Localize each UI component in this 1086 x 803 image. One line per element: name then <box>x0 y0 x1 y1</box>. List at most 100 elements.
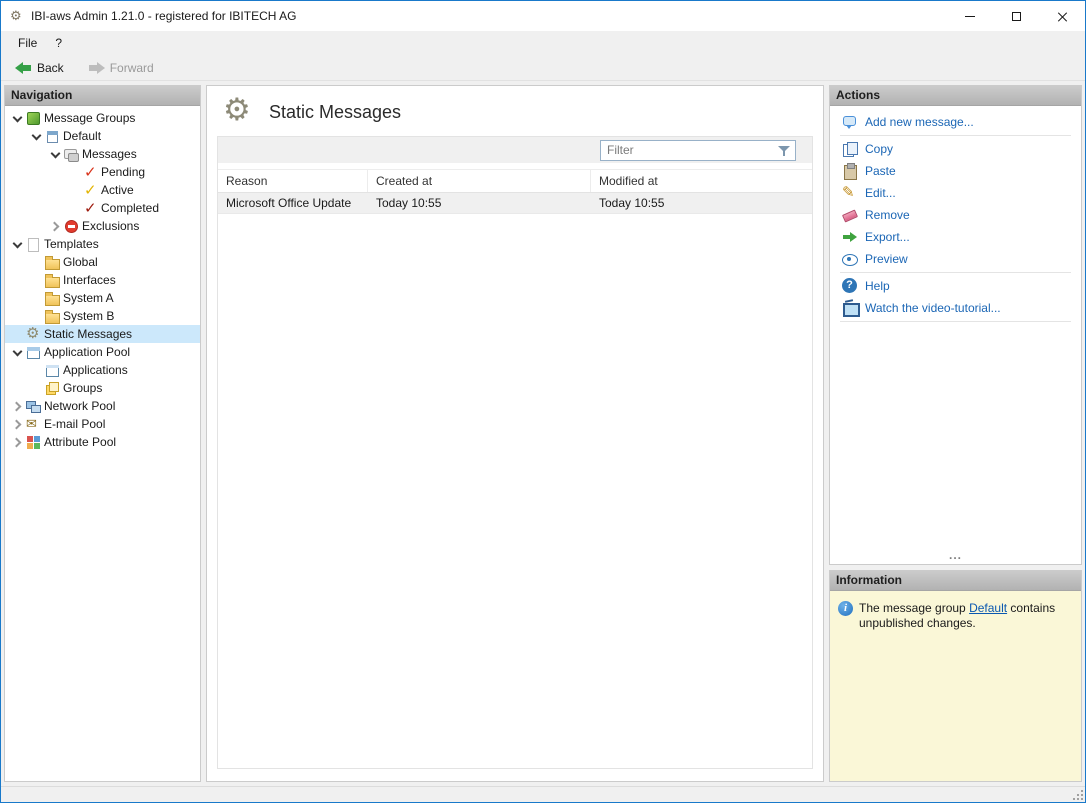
information-header: Information <box>830 571 1081 591</box>
nav-item-e-mail-pool[interactable]: E-mail Pool <box>5 415 200 433</box>
action-label: Edit... <box>865 186 896 200</box>
minimize-button[interactable] <box>947 1 993 31</box>
toolbar: Back Forward <box>1 55 1085 81</box>
nav-item-exclusions[interactable]: Exclusions <box>5 217 200 235</box>
chevron-expanded-icon[interactable] <box>28 128 44 144</box>
chevron-collapsed-icon[interactable] <box>9 434 25 450</box>
nav-item-message-groups[interactable]: Message Groups <box>5 109 200 127</box>
chevron-collapsed-icon[interactable] <box>9 398 25 414</box>
chevron-expanded-icon[interactable] <box>9 110 25 126</box>
action-add-new-message[interactable]: Add new message... <box>830 111 1081 133</box>
gear-icon <box>26 327 41 342</box>
close-icon <box>1057 11 1068 22</box>
forward-label: Forward <box>110 61 154 75</box>
app-pool-icon <box>26 345 41 360</box>
maximize-icon <box>1012 12 1021 21</box>
menu-file[interactable]: File <box>9 33 46 53</box>
table-row[interactable]: Microsoft Office UpdateToday 10:55Today … <box>218 193 812 214</box>
chevron-expanded-icon[interactable] <box>9 344 25 360</box>
column-header-modified-at[interactable]: Modified at <box>591 170 812 192</box>
nav-item-label: Global <box>63 255 98 269</box>
chevron-spacer <box>28 380 44 396</box>
nav-item-interfaces[interactable]: Interfaces <box>5 271 200 289</box>
nav-item-label: Exclusions <box>82 219 139 233</box>
nav-item-label: Active <box>101 183 134 197</box>
nav-item-active[interactable]: Active <box>5 181 200 199</box>
nav-item-label: Network Pool <box>44 399 115 413</box>
messages-icon <box>64 147 79 162</box>
table-cell: Today 10:55 <box>368 193 591 213</box>
network-pool-icon <box>26 399 41 414</box>
applications-icon <box>45 363 60 378</box>
nav-item-messages[interactable]: Messages <box>5 145 200 163</box>
nav-item-completed[interactable]: Completed <box>5 199 200 217</box>
actions-panel: Actions Add new message... Copy Paste Edit.… <box>829 85 1082 565</box>
static-messages-gear-icon <box>223 96 255 128</box>
nav-item-applications[interactable]: Applications <box>5 361 200 379</box>
nav-item-system-b[interactable]: System B <box>5 307 200 325</box>
folder-icon <box>45 309 60 324</box>
chevron-collapsed-icon[interactable] <box>47 218 63 234</box>
export-icon <box>842 229 858 245</box>
chevron-expanded-icon[interactable] <box>47 146 63 162</box>
nav-item-label: Message Groups <box>44 111 135 125</box>
chevron-collapsed-icon[interactable] <box>9 416 25 432</box>
nav-item-groups[interactable]: Groups <box>5 379 200 397</box>
nav-item-default[interactable]: Default <box>5 127 200 145</box>
information-panel: Information The message group Default co… <box>829 570 1082 782</box>
nav-item-label: System B <box>63 309 114 323</box>
chevron-expanded-icon[interactable] <box>9 236 25 252</box>
workspace: Navigation Message GroupsDefaultMessages… <box>1 81 1085 786</box>
action-paste[interactable]: Paste <box>830 160 1081 182</box>
action-copy[interactable]: Copy <box>830 138 1081 160</box>
nav-item-network-pool[interactable]: Network Pool <box>5 397 200 415</box>
chevron-spacer <box>28 254 44 270</box>
nav-item-application-pool[interactable]: Application Pool <box>5 343 200 361</box>
nav-item-templates[interactable]: Templates <box>5 235 200 253</box>
action-remove[interactable]: Remove <box>830 204 1081 226</box>
action-watch-the-video-tutorial[interactable]: Watch the video-tutorial... <box>830 297 1081 319</box>
minimize-icon <box>965 16 975 17</box>
edit-icon <box>842 185 858 201</box>
table-cell: Microsoft Office Update <box>218 193 368 213</box>
action-export[interactable]: Export... <box>830 226 1081 248</box>
nav-item-global[interactable]: Global <box>5 253 200 271</box>
statusbar <box>1 786 1085 802</box>
add-message-icon <box>842 114 858 130</box>
maximize-button[interactable] <box>993 1 1039 31</box>
menubar: File ? <box>1 31 1085 55</box>
column-header-created-at[interactable]: Created at <box>368 170 591 192</box>
remove-icon <box>842 207 858 223</box>
actions-header: Actions <box>830 86 1081 106</box>
action-help[interactable]: Help <box>830 275 1081 297</box>
close-button[interactable] <box>1039 1 1085 31</box>
nav-item-label: E-mail Pool <box>44 417 105 431</box>
resize-grip[interactable] <box>1072 789 1083 800</box>
nav-item-system-a[interactable]: System A <box>5 289 200 307</box>
back-button[interactable]: Back <box>11 59 68 77</box>
action-label: Copy <box>865 142 893 156</box>
action-edit[interactable]: Edit... <box>830 182 1081 204</box>
filter-funnel-icon[interactable] <box>778 145 791 158</box>
nav-item-pending[interactable]: Pending <box>5 163 200 181</box>
help-icon <box>842 278 858 294</box>
check-pending-icon <box>83 165 98 180</box>
column-header-reason[interactable]: Reason <box>218 170 368 192</box>
nav-item-label: Application Pool <box>44 345 130 359</box>
action-preview[interactable]: Preview <box>830 248 1081 270</box>
forward-button[interactable]: Forward <box>84 59 158 77</box>
titlebar: IBI-aws Admin 1.21.0 - registered for IB… <box>1 1 1085 31</box>
window-title: IBI-aws Admin 1.21.0 - registered for IB… <box>31 9 296 23</box>
menu-help[interactable]: ? <box>46 33 71 53</box>
nav-item-static-messages[interactable]: Static Messages <box>5 325 200 343</box>
default-group-link[interactable]: Default <box>969 601 1007 615</box>
content-panel: Static Messages ReasonCreated atModified… <box>206 85 824 782</box>
filter-input[interactable] <box>601 141 795 160</box>
table-cell: Today 10:55 <box>591 193 812 213</box>
separator <box>840 272 1071 273</box>
nav-item-attribute-pool[interactable]: Attribute Pool <box>5 433 200 451</box>
filter-strip <box>218 137 812 163</box>
actions-overflow-button[interactable]: ... <box>830 551 1081 564</box>
chevron-spacer <box>28 308 44 324</box>
nav-item-label: Pending <box>101 165 145 179</box>
